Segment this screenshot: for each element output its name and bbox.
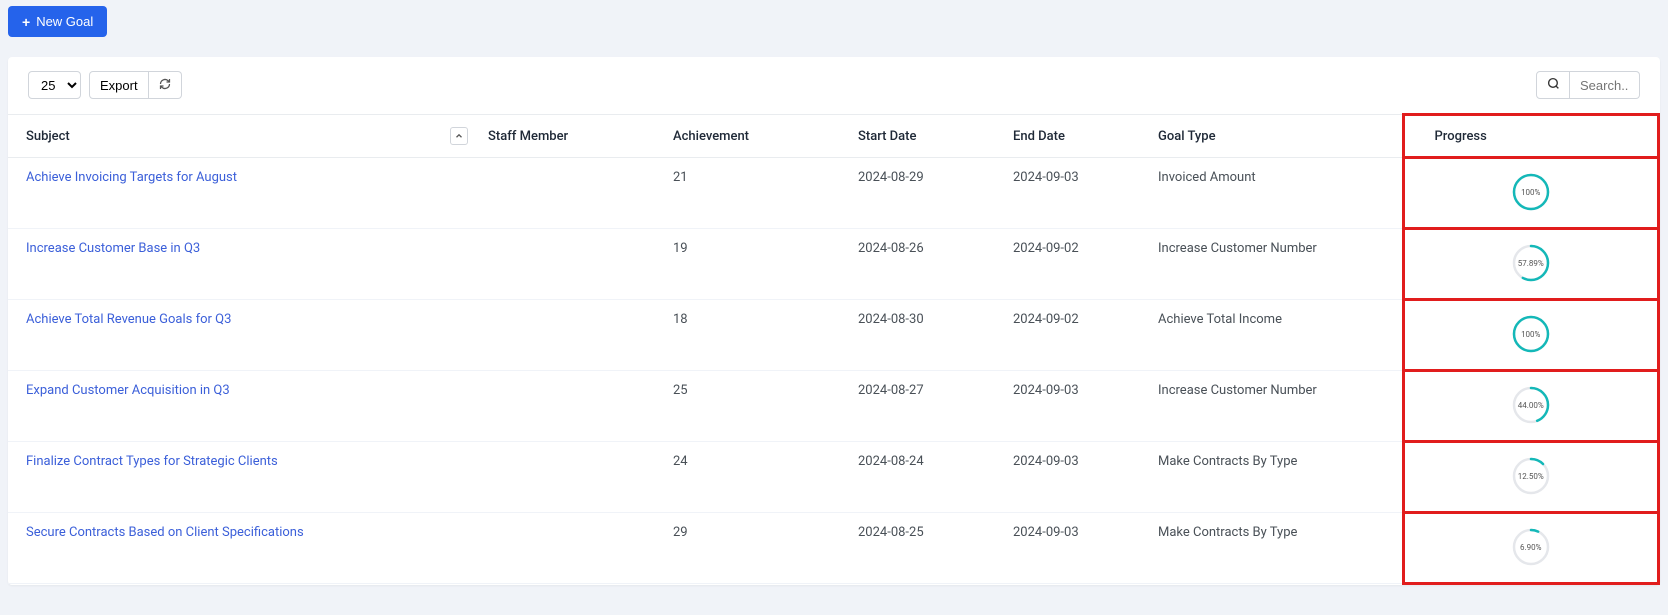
cell-progress: 100% [1403,300,1659,371]
new-goal-button[interactable]: + New Goal [8,6,107,37]
cell-goal-type: Increase Customer Number [1148,229,1403,300]
cell-end-date: 2024-09-02 [1003,229,1148,300]
column-header-end[interactable]: End Date [1003,115,1148,158]
progress-percent-label: 6.90% [1512,528,1550,566]
cell-start-date: 2024-08-27 [848,371,1003,442]
subject-link[interactable]: Achieve Total Revenue Goals for Q3 [26,312,231,327]
subject-link[interactable]: Achieve Invoicing Targets for August [26,170,237,185]
header-end-label: End Date [1013,129,1065,144]
cell-subject: Expand Customer Acquisition in Q3 [8,371,478,442]
cell-subject: Achieve Total Revenue Goals for Q3 [8,300,478,371]
table-row: Finalize Contract Types for Strategic Cl… [8,442,1659,513]
progress-ring: 100% [1512,315,1550,353]
column-header-achievement[interactable]: Achievement [663,115,848,158]
header-progress-label: Progress [1435,129,1487,144]
cell-goal-type: Make Contracts By Type [1148,442,1403,513]
cell-goal-type: Make Contracts By Type [1148,513,1403,584]
column-header-staff[interactable]: Staff Member [478,115,663,158]
search-input[interactable] [1570,71,1640,99]
progress-percent-label: 12.50% [1512,457,1550,495]
column-header-subject[interactable]: Subject [8,115,478,158]
cell-staff [478,158,663,229]
progress-percent-label: 100% [1512,315,1550,353]
header-subject-label: Subject [26,129,70,144]
new-goal-label: New Goal [36,14,93,29]
progress-percent-label: 57.89% [1512,244,1550,282]
refresh-button[interactable] [149,71,182,99]
progress-ring: 6.90% [1512,528,1550,566]
cell-progress: 100% [1403,158,1659,229]
goals-table: Subject Staff Member Achievement Start D… [8,113,1660,585]
subject-link[interactable]: Finalize Contract Types for Strategic Cl… [26,454,278,469]
header-type-label: Goal Type [1158,129,1216,144]
cell-end-date: 2024-09-03 [1003,513,1148,584]
table-header-row: Subject Staff Member Achievement Start D… [8,115,1659,158]
sort-button[interactable] [450,127,468,145]
progress-ring: 44.00% [1512,386,1550,424]
cell-progress: 57.89% [1403,229,1659,300]
table-row: Achieve Invoicing Targets for August2120… [8,158,1659,229]
goals-card: 25 Export [8,57,1660,585]
header-achievement-label: Achievement [673,129,749,144]
export-label: Export [100,78,138,93]
cell-achievement: 19 [663,229,848,300]
cell-start-date: 2024-08-24 [848,442,1003,513]
cell-start-date: 2024-08-26 [848,229,1003,300]
cell-staff [478,513,663,584]
cell-goal-type: Increase Customer Number [1148,371,1403,442]
cell-staff [478,442,663,513]
search-button[interactable] [1536,71,1570,99]
table-row: Achieve Total Revenue Goals for Q3182024… [8,300,1659,371]
chevron-up-icon [454,131,464,141]
cell-staff [478,229,663,300]
cell-start-date: 2024-08-25 [848,513,1003,584]
cell-staff [478,300,663,371]
cell-end-date: 2024-09-03 [1003,442,1148,513]
cell-start-date: 2024-08-30 [848,300,1003,371]
cell-progress: 6.90% [1403,513,1659,584]
cell-achievement: 24 [663,442,848,513]
cell-achievement: 21 [663,158,848,229]
cell-end-date: 2024-09-03 [1003,158,1148,229]
subject-link[interactable]: Increase Customer Base in Q3 [26,241,200,256]
toolbar-right [1536,71,1640,99]
cell-end-date: 2024-09-03 [1003,371,1148,442]
progress-percent-label: 100% [1512,173,1550,211]
export-group: Export [89,71,182,99]
cell-goal-type: Achieve Total Income [1148,300,1403,371]
cell-staff [478,371,663,442]
cell-subject: Increase Customer Base in Q3 [8,229,478,300]
progress-ring: 12.50% [1512,457,1550,495]
column-header-progress[interactable]: Progress [1403,115,1659,158]
cell-progress: 12.50% [1403,442,1659,513]
toolbar-left: 25 Export [28,71,182,99]
progress-ring: 57.89% [1512,244,1550,282]
cell-end-date: 2024-09-02 [1003,300,1148,371]
cell-achievement: 25 [663,371,848,442]
table-row: Increase Customer Base in Q3 192024-08-26… [8,229,1659,300]
cell-goal-type: Invoiced Amount [1148,158,1403,229]
plus-icon: + [22,15,30,29]
column-header-type[interactable]: Goal Type [1148,115,1403,158]
subject-link[interactable]: Expand Customer Acquisition in Q3 [26,383,230,398]
table-toolbar: 25 Export [8,57,1660,113]
cell-subject: Secure Contracts Based on Client Specifi… [8,513,478,584]
cell-start-date: 2024-08-29 [848,158,1003,229]
table-row: Secure Contracts Based on Client Specifi… [8,513,1659,584]
table-row: Expand Customer Acquisition in Q3252024-… [8,371,1659,442]
search-icon [1547,77,1560,93]
column-header-start[interactable]: Start Date [848,115,1003,158]
page-size-select[interactable]: 25 [28,71,81,99]
cell-subject: Finalize Contract Types for Strategic Cl… [8,442,478,513]
header-staff-label: Staff Member [488,129,568,144]
cell-achievement: 29 [663,513,848,584]
progress-ring: 100% [1512,173,1550,211]
export-button[interactable]: Export [89,71,149,99]
cell-achievement: 18 [663,300,848,371]
cell-subject: Achieve Invoicing Targets for August [8,158,478,229]
cell-progress: 44.00% [1403,371,1659,442]
progress-percent-label: 44.00% [1512,386,1550,424]
refresh-icon [159,78,171,93]
header-start-label: Start Date [858,129,916,144]
